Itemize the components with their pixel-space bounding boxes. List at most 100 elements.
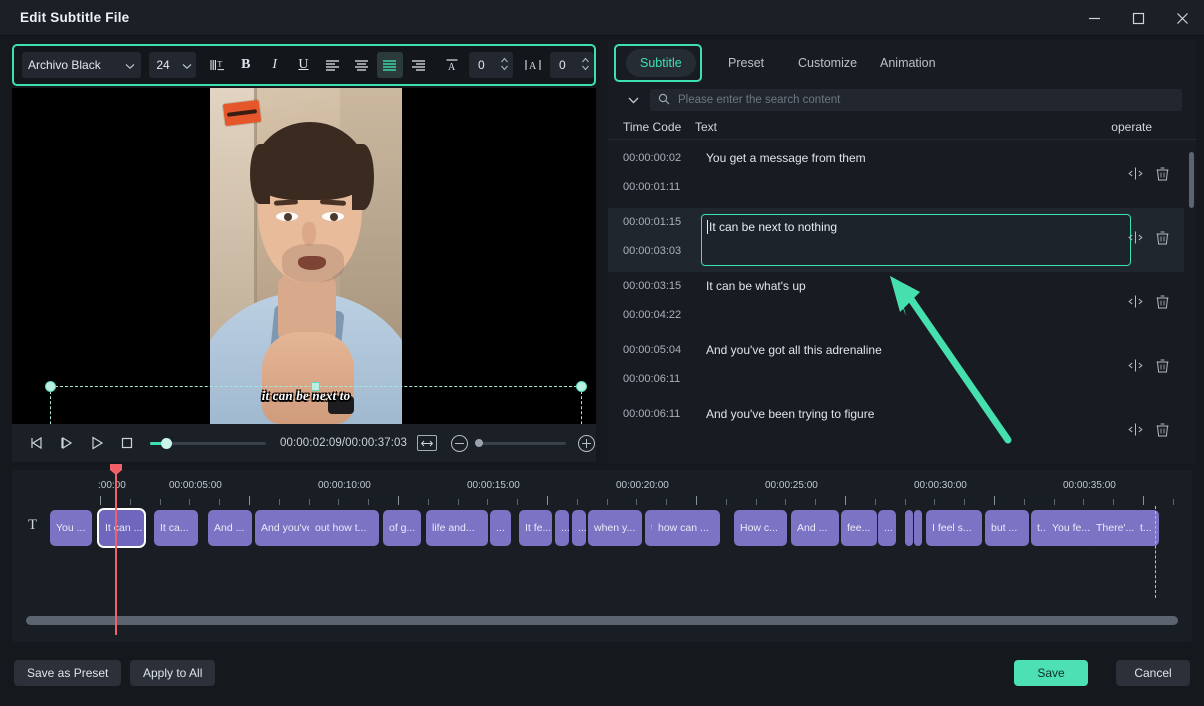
timeline-clip[interactable]: ... (490, 510, 511, 546)
bold-button[interactable]: B (232, 52, 259, 78)
subtitle-selection-box[interactable]: It can be next to nothing (45, 381, 587, 424)
row-end-time[interactable]: 00:00:04:22 (623, 309, 681, 321)
save-button[interactable]: Save (1014, 660, 1088, 686)
playhead[interactable] (110, 464, 122, 635)
timeline-clip[interactable]: And ... (791, 510, 839, 546)
maximize-button[interactable] (1116, 0, 1160, 36)
split-icon[interactable] (1128, 230, 1143, 245)
trash-icon[interactable] (1155, 358, 1170, 373)
timeline-clip[interactable]: ... (878, 510, 896, 546)
line-spacing-icon[interactable]: A (438, 52, 465, 78)
minimize-button[interactable] (1072, 0, 1116, 36)
fit-to-screen-icon[interactable] (417, 435, 437, 451)
split-icon[interactable] (1128, 358, 1143, 373)
chevron-down-icon[interactable] (622, 89, 644, 111)
text-direction-icon[interactable]: T (204, 52, 231, 78)
row-text[interactable]: It can be what's up (706, 279, 806, 293)
timeline-clip[interactable]: How c... (734, 510, 787, 546)
align-left-button[interactable] (319, 52, 346, 78)
tab-animation[interactable]: Animation (866, 49, 950, 77)
line-spacing-stepper[interactable]: 0 (469, 52, 514, 78)
row-start-time[interactable]: 00:00:00:02 (623, 152, 681, 164)
save-as-preset-button[interactable]: Save as Preset (14, 660, 122, 686)
align-justify-button[interactable] (376, 52, 404, 78)
timeline-clip[interactable]: out how t... (309, 510, 379, 546)
letter-spacing-stepper[interactable]: 0 (549, 52, 595, 78)
resize-handle-top-left[interactable] (45, 381, 56, 392)
cancel-button[interactable]: Cancel (1116, 660, 1190, 686)
zoom-knob[interactable] (475, 438, 483, 447)
tab-customize[interactable]: Customize (784, 49, 871, 77)
resize-handle-top-center[interactable] (311, 382, 320, 391)
align-center-button[interactable] (348, 52, 375, 78)
subtitle-text-editor[interactable]: It can be next to nothing (701, 214, 1131, 266)
timeline-clip[interactable]: You ... (50, 510, 92, 546)
timeline-clip-selected[interactable]: It can ... (97, 508, 146, 548)
underline-button[interactable]: U (290, 52, 317, 78)
volume-slider[interactable] (150, 437, 266, 449)
timeline-clip[interactable]: how can ... (652, 510, 720, 546)
search-input[interactable]: Please enter the search content (650, 89, 1182, 111)
trash-icon[interactable] (1155, 422, 1170, 437)
timeline-clip[interactable]: when y... (588, 510, 642, 546)
font-size-select[interactable]: 24 (149, 52, 196, 78)
trash-icon[interactable] (1155, 230, 1170, 245)
row-end-time[interactable]: 00:00:06:11 (623, 373, 680, 385)
timeline-clip[interactable]: It fe... (519, 510, 552, 546)
split-icon[interactable] (1128, 166, 1143, 181)
text-format-toolbar: Archivo Black 24 T B I U A 0 A 0 (12, 44, 596, 86)
play-button[interactable] (82, 429, 112, 457)
trash-icon[interactable] (1155, 166, 1170, 181)
row-start-time[interactable]: 00:00:06:11 (623, 408, 680, 420)
timeline-clip[interactable]: life and... (426, 510, 488, 546)
stop-button[interactable] (112, 429, 142, 457)
row-start-time[interactable]: 00:00:05:04 (623, 344, 681, 356)
timeline-scrollbar-thumb[interactable] (26, 616, 1178, 625)
resize-handle-top-right[interactable] (576, 381, 587, 392)
stepper-arrows-icon[interactable] (500, 56, 509, 72)
tab-subtitle[interactable]: Subtitle (626, 49, 696, 77)
zoom-slider[interactable] (475, 438, 566, 447)
tab-preset[interactable]: Preset (714, 49, 778, 77)
stepper-arrows-icon[interactable] (581, 56, 590, 72)
timeline[interactable]: :00:00 00:00:05:00 00:00:10:00 00:00:15:… (12, 464, 1192, 642)
row-end-time[interactable]: 00:00:01:11 (623, 181, 680, 193)
table-row[interactable]: 00:00:01:15 00:00:03:03 It can be next t… (608, 208, 1184, 272)
timeline-ruler[interactable]: :00:00 00:00:05:00 00:00:10:00 00:00:15:… (12, 470, 1192, 506)
timeline-clip[interactable] (905, 510, 913, 546)
close-button[interactable] (1160, 0, 1204, 36)
timeline-clip[interactable]: of g... (383, 510, 421, 546)
row-start-time[interactable]: 00:00:03:15 (623, 280, 681, 292)
align-right-button[interactable] (405, 52, 432, 78)
timeline-clip[interactable] (914, 510, 922, 546)
trash-icon[interactable] (1155, 294, 1170, 309)
letter-spacing-icon[interactable]: A (519, 52, 546, 78)
timeline-clip[interactable]: ... (572, 510, 586, 546)
timeline-clip[interactable]: fee... (841, 510, 877, 546)
timeline-clips[interactable]: You ... It can ... It ca... And ... And you'… (12, 508, 1192, 552)
split-icon[interactable] (1128, 422, 1143, 437)
video-preview[interactable]: it can be next to It can be next to noth… (12, 88, 596, 424)
split-icon[interactable] (1128, 294, 1143, 309)
panel-scrollbar-thumb[interactable] (1189, 152, 1194, 208)
zoom-in-icon[interactable] (578, 434, 595, 452)
row-text[interactable]: And you've been trying to figure (706, 407, 874, 421)
timeline-clip[interactable]: I feel s... (926, 510, 982, 546)
row-text[interactable]: And you've got all this adrenaline (706, 343, 882, 357)
timeline-clip[interactable]: ... (555, 510, 569, 546)
zoom-out-icon[interactable] (451, 434, 468, 452)
row-start-time[interactable]: 00:00:01:15 (623, 216, 681, 228)
previous-frame-button[interactable] (22, 429, 52, 457)
apply-to-all-button[interactable]: Apply to All (130, 660, 216, 686)
next-frame-button[interactable] (52, 429, 82, 457)
font-family-select[interactable]: Archivo Black (22, 52, 142, 78)
timeline-clip[interactable]: but ... (985, 510, 1029, 546)
timeline-clip[interactable]: And ... (208, 510, 252, 546)
row-text[interactable]: You get a message from them (706, 151, 866, 165)
volume-knob[interactable] (161, 437, 172, 449)
tab-preset-label: Preset (728, 56, 765, 70)
table-row[interactable]: 00:00:00:02 00:00:01:11 You get a messag… (608, 144, 1184, 208)
row-end-time[interactable]: 00:00:03:03 (623, 245, 681, 257)
timeline-clip[interactable]: It ca... (154, 510, 198, 546)
italic-button[interactable]: I (261, 52, 288, 78)
